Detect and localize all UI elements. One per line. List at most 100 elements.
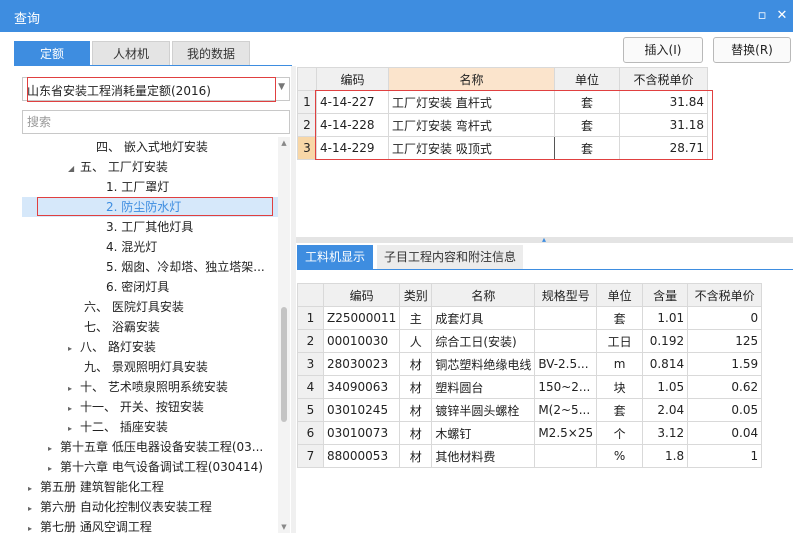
cell-price[interactable]: 0.04	[687, 421, 763, 445]
tree-item[interactable]: 6. 密闭灯具	[94, 277, 169, 297]
cell-type[interactable]: 主	[399, 306, 433, 330]
tree-item[interactable]: 5. 烟囱、冷却塔、独立塔架...	[94, 257, 265, 277]
cell-unit[interactable]: %	[596, 444, 644, 468]
cell-name[interactable]: 镀锌半圆头螺栓	[431, 398, 536, 422]
splitter-handle-icon[interactable]: ▴	[539, 236, 549, 244]
tab-resource-display[interactable]: 工料机显示	[297, 245, 373, 269]
cell-qty[interactable]: 0.192	[642, 329, 689, 353]
tree-caret-icon[interactable]: ▸	[28, 479, 40, 499]
cell-code[interactable]: 88000053	[322, 444, 401, 468]
tab-work-content[interactable]: 子目工程内容和附注信息	[377, 245, 523, 269]
header-code[interactable]: 编码	[316, 67, 389, 91]
cell-code[interactable]: 4-14-228	[316, 113, 389, 137]
cell-price[interactable]: 125	[687, 329, 763, 353]
vertical-splitter[interactable]	[291, 66, 296, 533]
cell-name[interactable]: 塑料圆台	[431, 375, 536, 399]
cell-code[interactable]: 4-14-227	[316, 90, 389, 114]
tree-caret-icon[interactable]: ▸	[68, 379, 80, 399]
chevron-down-icon[interactable]: ▼	[278, 82, 285, 92]
tree-item-selected[interactable]: 2. 防尘防水灯	[94, 197, 181, 217]
close-icon[interactable]: ✕	[772, 6, 792, 26]
cell-spec[interactable]: M2.5×25	[534, 421, 598, 445]
tree-item[interactable]: ▸ 十一、 开关、按钮安装	[68, 397, 204, 417]
header-qty[interactable]: 含量	[642, 283, 689, 307]
table-row[interactable]: 4 34090063 材 塑料圆台 150~2... 块 1.05 0.62	[297, 375, 763, 399]
cell-code[interactable]: 00010030	[322, 329, 401, 353]
tab-my-data[interactable]: 我的数据	[172, 41, 250, 65]
cell-unit[interactable]: m	[596, 352, 644, 376]
tree-caret-icon[interactable]: ▸	[48, 459, 60, 479]
cell-spec[interactable]	[534, 306, 598, 330]
cell-unit[interactable]: 工日	[596, 329, 644, 353]
horizontal-splitter[interactable]: ▴	[296, 236, 793, 244]
scroll-up-icon[interactable]: ▲	[278, 137, 290, 149]
scrollbar-thumb[interactable]	[281, 307, 287, 422]
tree-scrollbar[interactable]: ▲ ▼	[278, 137, 290, 533]
table-row[interactable]: 7 88000053 材 其他材料费 % 1.8 1	[297, 444, 763, 468]
header-name[interactable]: 名称	[431, 283, 536, 307]
table-row[interactable]: 5 03010245 材 镀锌半圆头螺栓 M(2~5... 套 2.04 0.0…	[297, 398, 763, 422]
table-row[interactable]: 2 00010030 人 综合工日(安装) 工日 0.192 125	[297, 329, 763, 353]
restore-icon[interactable]: ▫	[752, 6, 772, 26]
insert-button[interactable]: 插入(I)	[623, 37, 703, 63]
cell-name[interactable]: 综合工日(安装)	[431, 329, 536, 353]
tree-item[interactable]: 3. 工厂其他灯具	[94, 217, 193, 237]
cell-unit[interactable]: 套	[554, 113, 620, 137]
tab-quota[interactable]: 定额	[14, 41, 90, 65]
tree-caret-icon[interactable]: ▸	[68, 419, 80, 439]
cell-name[interactable]: 成套灯具	[431, 306, 536, 330]
cell-code[interactable]: 28030023	[322, 352, 401, 376]
cell-price[interactable]: 31.84	[619, 90, 708, 114]
tree-item[interactable]: 六、 医院灯具安装	[72, 297, 184, 317]
cell-qty[interactable]: 0.814	[642, 352, 689, 376]
cell-qty[interactable]: 2.04	[642, 398, 689, 422]
cell-type[interactable]: 材	[399, 375, 433, 399]
cell-code[interactable]: 4-14-229	[316, 136, 389, 160]
cell-spec[interactable]: BV-2.5...	[534, 352, 598, 376]
tree-item[interactable]: ◢ 五、 工厂灯安装	[68, 157, 168, 177]
cell-price[interactable]: 1	[687, 444, 763, 468]
cell-qty[interactable]: 1.8	[642, 444, 689, 468]
table-row[interactable]: 1 4-14-227 工厂灯安装 直杆式 套 31.84	[297, 90, 708, 114]
cell-price[interactable]: 0.05	[687, 398, 763, 422]
header-type[interactable]: 类别	[399, 283, 433, 307]
header-price[interactable]: 不含税单价	[687, 283, 763, 307]
cell-qty[interactable]: 1.05	[642, 375, 689, 399]
cell-type[interactable]: 材	[399, 398, 433, 422]
header-name[interactable]: 名称	[388, 67, 555, 91]
tree-item[interactable]: 四、 嵌入式地灯安装	[84, 137, 208, 157]
search-box[interactable]	[22, 110, 290, 134]
tree-item[interactable]: ▸ 第五册 建筑智能化工程	[28, 477, 164, 497]
header-unit[interactable]: 单位	[596, 283, 644, 307]
cell-spec[interactable]: M(2~5...	[534, 398, 598, 422]
replace-button[interactable]: 替换(R)	[713, 37, 791, 63]
table-row[interactable]: 3 28030023 材 铜芯塑料绝缘电线 BV-2.5... m 0.814 …	[297, 352, 763, 376]
cell-code[interactable]: 03010245	[322, 398, 401, 422]
cell-spec[interactable]: 150~2...	[534, 375, 598, 399]
search-input[interactable]	[23, 111, 289, 133]
cell-name[interactable]: 工厂灯安装 直杆式	[388, 90, 555, 114]
tree-item[interactable]: ▸ 第七册 通风空调工程	[28, 517, 152, 533]
cell-code[interactable]: 03010073	[322, 421, 401, 445]
header-price[interactable]: 不含税单价	[619, 67, 708, 91]
header-unit[interactable]: 单位	[554, 67, 620, 91]
header-spec[interactable]: 规格型号	[534, 283, 598, 307]
tree-item[interactable]: 4. 混光灯	[94, 237, 157, 257]
tree-item[interactable]: ▸ 八、 路灯安装	[68, 337, 156, 357]
cell-unit[interactable]: 个	[596, 421, 644, 445]
cell-type[interactable]: 材	[399, 352, 433, 376]
cell-type[interactable]: 材	[399, 421, 433, 445]
cell-price[interactable]: 0.62	[687, 375, 763, 399]
tree-caret-icon[interactable]: ▸	[48, 439, 60, 459]
tree-caret-icon[interactable]: ◢	[68, 159, 80, 179]
cell-type[interactable]: 材	[399, 444, 433, 468]
tree-caret-icon[interactable]: ▸	[68, 399, 80, 419]
table-row[interactable]: 3 4-14-229 工厂灯安装 吸顶式 套 28.71	[297, 136, 708, 160]
tree-item[interactable]: 九、 景观照明灯具安装	[72, 357, 208, 377]
cell-name[interactable]: 其他材料费	[431, 444, 536, 468]
cell-name[interactable]: 木螺钉	[431, 421, 536, 445]
tree-caret-icon[interactable]: ▸	[68, 339, 80, 359]
tree-caret-icon[interactable]: ▸	[28, 519, 40, 533]
cell-price[interactable]: 31.18	[619, 113, 708, 137]
tree-item[interactable]: ▸ 十二、 插座安装	[68, 417, 168, 437]
